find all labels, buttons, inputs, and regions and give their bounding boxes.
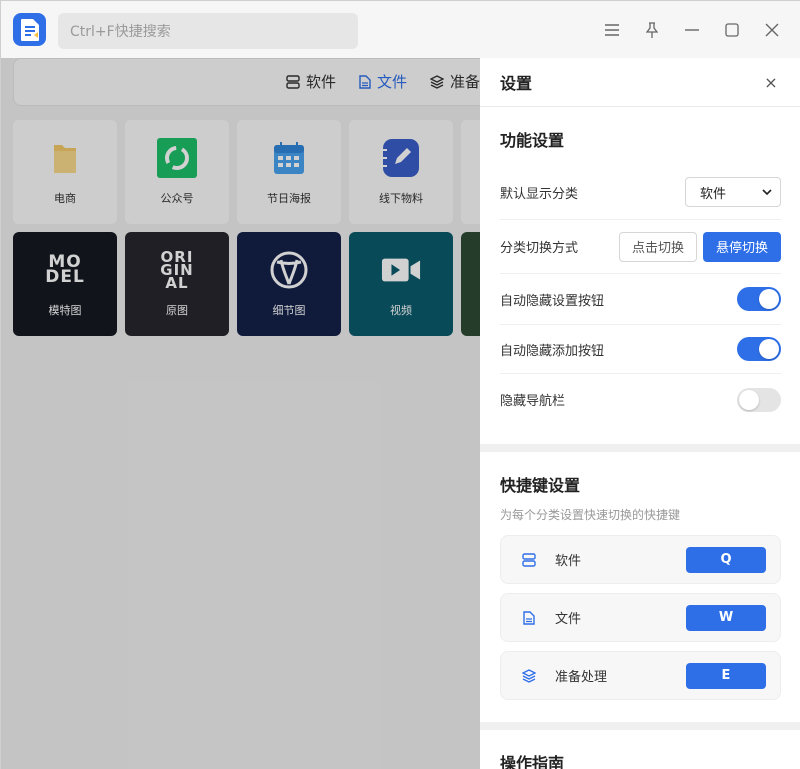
layers-icon [521,668,537,684]
auto-hide-add-row: 自动隐藏添加按钮 [500,325,781,374]
server-icon [521,552,537,568]
shortcut-label: 文件 [555,612,582,627]
row-label: 自动隐藏添加按钮 [500,343,605,359]
section-title: 快捷键设置 [500,476,581,495]
switch-mode-row: 分类切换方式 点击切换 悬停切换 [500,220,781,274]
shortcut-label: 软件 [555,554,582,569]
shortcut-settings-section: 快捷键设置 为每个分类设置快速切换的快捷键 软件 Q 文件 W 准备处理 E [480,452,800,722]
row-label: 自动隐藏设置按钮 [500,293,605,309]
hide-nav-toggle[interactable] [737,387,781,412]
auto-hide-settings-row: 自动隐藏设置按钮 [500,274,781,325]
shortcut-card-prepare: 准备处理 E [500,651,781,700]
maximize-icon[interactable] [720,18,744,42]
hover-switch-button[interactable]: 悬停切换 [702,231,781,262]
chevron-down-icon [762,189,772,195]
auto-hide-settings-toggle[interactable] [737,287,781,311]
click-switch-button[interactable]: 点击切换 [618,231,697,262]
default-category-row: 默认显示分类 软件 [500,165,781,220]
row-label: 默认显示分类 [500,186,579,202]
shortcut-card-software: 软件 Q [500,535,781,584]
guide-section: 操作指南 [480,730,800,769]
menu-icon[interactable] [600,18,624,42]
shortcut-key-button[interactable]: E [686,662,766,689]
search-input[interactable]: Ctrl+F快捷搜索 [58,13,358,49]
hide-nav-row: 隐藏导航栏 [500,374,781,425]
switch-mode-group: 点击切换 悬停切换 [618,231,781,262]
select-value: 软件 [700,186,727,202]
section-title: 功能设置 [500,131,565,150]
row-label: 隐藏导航栏 [500,394,566,409]
shortcut-label: 准备处理 [555,670,608,685]
default-category-select[interactable]: 软件 [685,177,781,207]
modal-backdrop[interactable] [1,58,480,769]
auto-hide-add-toggle[interactable] [737,337,781,361]
shortcut-hint: 为每个分类设置快速切换的快捷键 [500,508,681,522]
function-settings-section: 功能设置 默认显示分类 软件 分类切换方式 点击切换 悬停切换 自动隐藏设置按钮… [480,107,800,444]
close-icon[interactable]: × [761,73,781,92]
app-logo-icon [13,13,46,46]
panel-header: 设置 × [480,58,800,107]
row-label: 分类切换方式 [500,241,579,256]
pin-icon[interactable] [640,18,664,42]
shortcut-card-files: 文件 W [500,593,781,642]
title-bar: Ctrl+F快捷搜索 [1,1,800,58]
settings-panel: 设置 × 功能设置 默认显示分类 软件 分类切换方式 点击切换 悬停切换 自动隐… [480,58,800,769]
file-icon [521,610,537,626]
panel-title: 设置 [500,74,533,93]
minimize-icon[interactable] [680,18,704,42]
shortcut-key-button[interactable]: W [686,604,766,631]
section-title: 操作指南 [500,754,565,769]
close-window-icon[interactable] [760,18,784,42]
shortcut-key-button[interactable]: Q [686,546,766,573]
